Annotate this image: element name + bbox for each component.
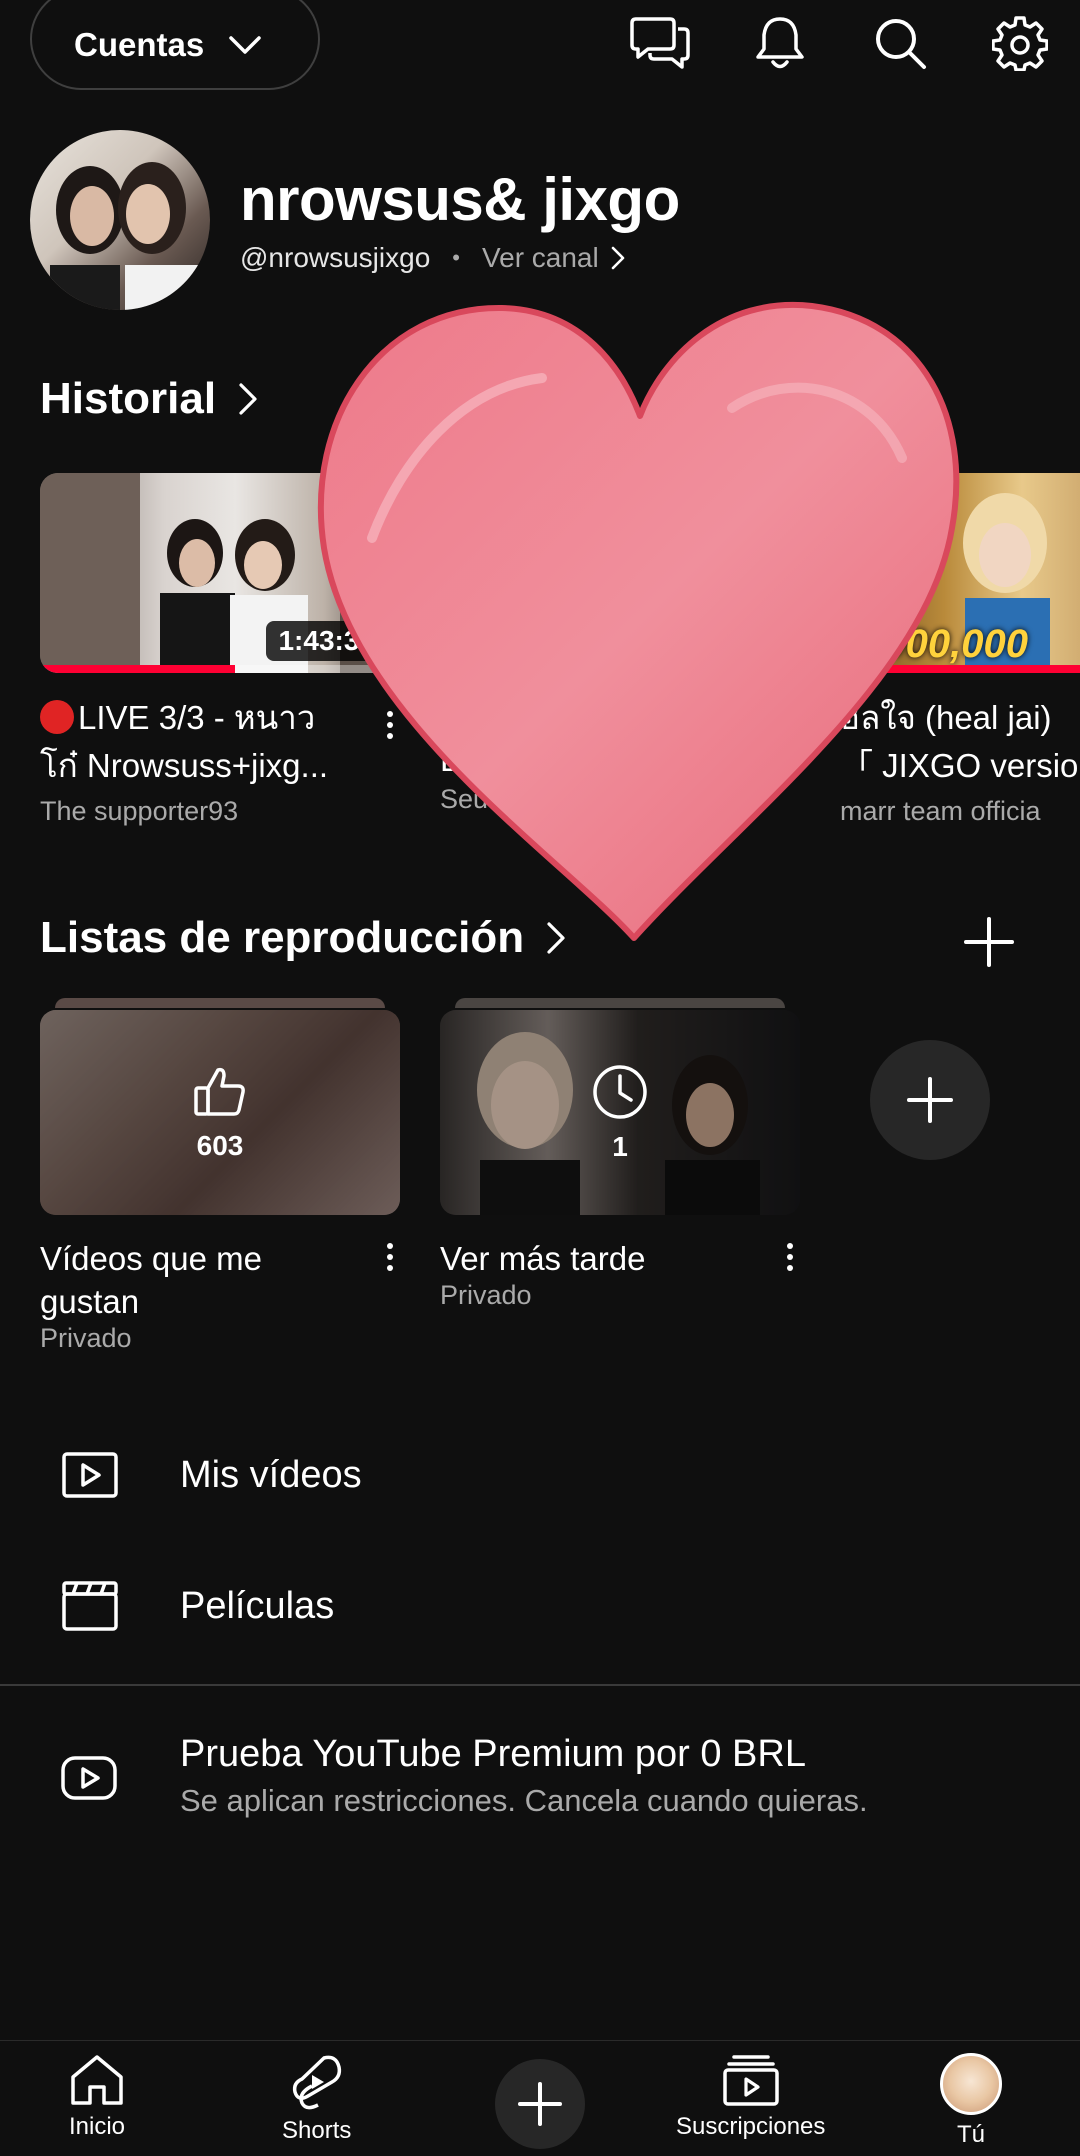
create-button[interactable] [495, 2059, 585, 2149]
nav-home[interactable]: Inicio [68, 2053, 126, 2141]
more-options-icon[interactable] [770, 1232, 810, 1282]
playlist-title: Vídeos que me [40, 1240, 262, 1277]
bottom-navigation: Inicio Shorts Suscripciones Tú [0, 2040, 1080, 2156]
playlist-video-count: 603 [196, 1129, 244, 1161]
heart-sticker [317, 301, 960, 941]
watch-progress-bar [40, 665, 236, 673]
live-dot-icon [40, 700, 74, 734]
history-header[interactable]: Historial [40, 374, 258, 424]
premium-subtitle: Se aplican restricciones. Cancela cuando… [180, 1783, 868, 1818]
playlist-thumbnail-liked[interactable]: 603 [40, 1010, 400, 1215]
playlist-title: Ver más tarde [440, 1240, 646, 1277]
channel-handle: @nrowsusjixgo [240, 242, 431, 273]
playlist-video-count: 1 [612, 1130, 628, 1162]
nav-shorts[interactable]: Shorts [282, 2053, 351, 2145]
playlist-privacy: Privado [440, 1280, 532, 1310]
plus-icon [518, 2082, 562, 2126]
chat-icon[interactable] [625, 8, 695, 78]
premium-title: Prueba YouTube Premium por 0 BRL [180, 1733, 806, 1775]
user-avatar [940, 2053, 1002, 2115]
search-icon[interactable] [865, 8, 935, 78]
nav-home-label: Inicio [68, 2113, 126, 2140]
playlist-title-line2: gustan [40, 1283, 140, 1320]
clock-icon [593, 1064, 647, 1119]
accounts-button[interactable]: Cuentas [30, 0, 320, 90]
my-videos-row[interactable]: Mis vídeos [0, 1420, 1080, 1530]
shorts-icon [292, 2055, 341, 2110]
subscriptions-icon [722, 2055, 779, 2106]
channel-handle-row: @nrowsusjixgo • Ver canal [240, 242, 625, 274]
playlist-stack-edge [55, 998, 385, 1008]
playlist-overlay: 1 [440, 1010, 800, 1215]
plus-icon [907, 1077, 953, 1123]
chevron-right-icon [239, 383, 257, 415]
my-videos-label: Mis vídeos [180, 1453, 362, 1496]
section-divider [0, 1684, 1080, 1686]
view-channel-link[interactable]: Ver canal [482, 242, 625, 274]
playlist-liked-info[interactable]: Vídeos que me gustan Privado [40, 1237, 370, 1354]
movies-row[interactable]: Películas [0, 1551, 1080, 1661]
bell-icon[interactable] [745, 8, 815, 78]
playlist-watch-later-info[interactable]: Ver más tarde Privado [440, 1237, 770, 1311]
thumbs-up-icon [194, 1067, 245, 1116]
play-box-icon [62, 1452, 118, 1498]
history-title: Historial [40, 374, 217, 423]
clapperboard-icon [62, 1581, 118, 1631]
youtube-logo-icon [60, 1755, 118, 1806]
channel-avatar[interactable] [30, 130, 210, 310]
channel-name: nrowsus& jixgo [240, 166, 680, 233]
nav-subscriptions[interactable]: Suscripciones [676, 2053, 825, 2141]
view-channel-label: Ver canal [481, 242, 599, 273]
nav-you-label: Tú [956, 2121, 985, 2148]
playlist-stack-edge [455, 998, 785, 1008]
accounts-label: Cuentas [74, 26, 205, 63]
chevron-down-icon [229, 36, 261, 54]
new-playlist-button[interactable] [870, 1040, 990, 1160]
home-icon [71, 2055, 123, 2105]
playlist-privacy: Privado [40, 1323, 132, 1353]
separator-dot: • [452, 245, 460, 270]
gear-icon[interactable] [985, 8, 1055, 78]
nav-you[interactable]: Tú [940, 2053, 1002, 2149]
playlist-thumbnail-watch-later[interactable]: 1 [440, 1010, 800, 1215]
more-options-icon[interactable] [370, 1232, 410, 1282]
nav-shorts-label: Shorts [282, 2117, 352, 2144]
movies-label: Películas [180, 1584, 335, 1627]
add-playlist-icon[interactable] [962, 915, 1016, 969]
playlist-overlay: 603 [40, 1010, 400, 1215]
nav-subscriptions-label: Suscripciones [676, 2113, 826, 2140]
chevron-right-icon [611, 246, 625, 270]
